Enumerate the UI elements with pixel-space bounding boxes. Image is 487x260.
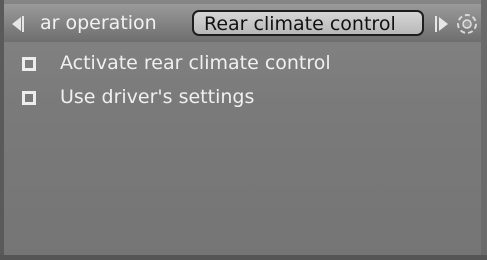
prev-arrow-bar xyxy=(22,16,24,32)
triangle-right-icon[interactable] xyxy=(439,17,448,31)
tab-bar: ar operation Rear climate control xyxy=(4,4,481,42)
right-border xyxy=(481,0,487,260)
tab-rear-climate-control[interactable]: Rear climate control xyxy=(192,10,424,36)
tab-previous[interactable]: ar operation xyxy=(40,12,157,34)
tab-active-label: Rear climate control xyxy=(204,13,396,35)
bottom-border xyxy=(0,255,487,260)
checkbox[interactable] xyxy=(22,91,36,105)
checkbox[interactable] xyxy=(22,57,36,71)
triangle-left-icon[interactable] xyxy=(12,17,21,31)
menu-item-label: Use driver's settings xyxy=(60,86,255,108)
menu-item-label: Activate rear climate control xyxy=(60,52,331,74)
screen: ar operation Rear climate control Activa… xyxy=(0,0,487,260)
next-arrow-bar xyxy=(435,16,437,32)
controller-rotate-icon xyxy=(457,14,477,34)
